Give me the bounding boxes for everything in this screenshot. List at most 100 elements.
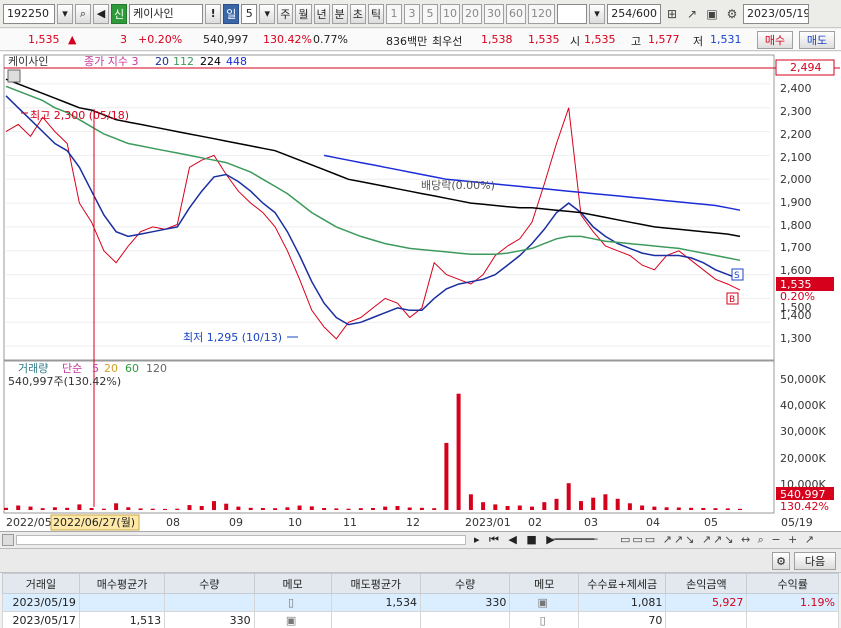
column-header[interactable]: 매도평균가 (330, 573, 421, 594)
interval-30-button[interactable]: 30 (484, 3, 504, 24)
volume-bar (199, 506, 204, 510)
buy-button[interactable]: 매수 (757, 31, 793, 49)
interval-3-button[interactable]: 3 (404, 3, 420, 24)
period-dropdown-button[interactable]: ▾ (259, 3, 276, 24)
cell-rate (746, 611, 839, 628)
table-row[interactable]: 2023/05/19 ▯ 1,534 330 ▣ 1,081 5,927 1.1… (2, 593, 839, 612)
high-price: 1,577 (648, 33, 680, 46)
column-header[interactable]: 수익률 (746, 573, 839, 594)
interval-20-button[interactable]: 20 (462, 3, 482, 24)
playback-controls[interactable]: ▸ ⏮ ◀ ■ ▶ (474, 533, 558, 547)
volume-bar (89, 508, 94, 510)
low-label: 저 (693, 35, 704, 48)
volume-bar (138, 508, 143, 510)
period-year-button[interactable]: 년 (313, 3, 330, 24)
best-bid-price: 1,535 (528, 33, 560, 46)
period-week-button[interactable]: 주 (277, 3, 294, 24)
search-button[interactable]: ⌕ (75, 3, 91, 24)
interval-dropdown-button[interactable]: ▾ (589, 3, 605, 24)
zoom-slider[interactable]: ╶━━━━━━╴ (548, 533, 601, 546)
warning-button[interactable]: ! (205, 3, 222, 24)
cell-buy-qty: 330 (164, 611, 255, 628)
volume-bar (236, 506, 241, 510)
price-axis-label: 1,900 (780, 196, 812, 209)
table-row[interactable]: 2023/05/17 1,513 330 ▣ ▯ 70 (2, 611, 839, 628)
column-header[interactable]: 수량 (419, 573, 511, 594)
period-second-button[interactable]: 초 (349, 3, 366, 24)
stock-chart[interactable]: 케이사인 종가 지수 3 20 112 224 448 최고 2,300 (05… (0, 52, 841, 532)
cell-rate: 1.19% (746, 593, 839, 612)
volume-bar (615, 498, 620, 510)
cell-buy-qty (164, 593, 255, 612)
chart-tools[interactable]: ▭▭▭ ↗↗↘ ↗↗↘ ↔ ⌕ − + ↗ (620, 533, 816, 547)
price-legend-label: 종가 지수 3 (84, 55, 138, 68)
volume-bar (579, 501, 583, 510)
volume-bar (28, 506, 33, 510)
memo-edit-icon[interactable]: ▣ (509, 593, 580, 612)
column-header[interactable]: 수량 (164, 573, 255, 594)
trade-amount: 836백만 (386, 35, 428, 48)
volume-bar (358, 508, 363, 510)
next-page-button[interactable]: 다음 (794, 552, 836, 570)
chevron-down-icon: ▾ (264, 7, 271, 20)
volume-bar (664, 507, 669, 510)
memo-edit-icon[interactable]: ▣ (253, 611, 332, 628)
interval-5-button[interactable]: 5 (422, 3, 438, 24)
trend-icon[interactable]: ↗ (683, 4, 701, 24)
memo-icon[interactable]: ▯ (509, 611, 580, 628)
column-header[interactable]: 손익금액 (665, 573, 748, 594)
interval-60-button[interactable]: 60 (506, 3, 526, 24)
table-header-row: 거래일 매수평균가 수량 메모 매도평균가 수량 메모 수수료+제세금 손익금액… (2, 573, 839, 594)
period-minute-button[interactable]: 분 (331, 3, 348, 24)
period-day-button[interactable]: 일 (223, 3, 240, 24)
column-header[interactable]: 수수료+제세금 (578, 573, 667, 594)
chart-title: 케이사인 (8, 55, 48, 68)
volume-bar (456, 393, 461, 510)
column-header[interactable]: 매수평균가 (78, 573, 166, 594)
compare-icon[interactable]: ⊞ (663, 4, 681, 24)
grid-settings-button[interactable]: ⚙ (772, 552, 790, 570)
chart-panel[interactable]: 케이사인 종가 지수 3 20 112 224 448 최고 2,300 (05… (0, 52, 841, 532)
sell-button[interactable]: 매도 (799, 31, 835, 49)
interval-10-button[interactable]: 10 (440, 3, 460, 24)
memo-icon[interactable]: ▯ (253, 593, 332, 612)
stock-name-field[interactable]: 케이사인 (129, 3, 204, 24)
page-counter-field[interactable]: 254/600 (607, 3, 661, 24)
volume-bar (517, 505, 522, 510)
chart-scroll-row: ▸ ⏮ ◀ ■ ▶ ╶━━━━━━╴ ▭▭▭ ↗↗↘ ↗↗↘ ↔ ⌕ − + ↗ (0, 532, 841, 549)
grid-icon[interactable] (7, 69, 21, 83)
date-axis-label: 08 (166, 516, 180, 529)
interval-1-button[interactable]: 1 (386, 3, 402, 24)
cell-buy-avg: 1,513 (78, 611, 166, 628)
code-dropdown-button[interactable]: ▾ (57, 3, 73, 24)
period-month-button[interactable]: 월 (295, 3, 312, 24)
period-count-input[interactable]: 5 (241, 3, 258, 24)
date-axis-label: 12 (406, 516, 420, 529)
low-price: 1,531 (710, 33, 742, 46)
volume-bar (566, 483, 571, 510)
volume-bar (689, 507, 694, 510)
custom-interval-input[interactable] (557, 3, 587, 24)
column-header[interactable]: 메모 (253, 573, 332, 594)
price-axis-label: 2,200 (780, 128, 812, 141)
credit-badge: 신 (111, 3, 128, 24)
open-price: 1,535 (584, 33, 616, 46)
settings-icon[interactable]: ⚙ (723, 4, 741, 24)
interval-120-button[interactable]: 120 (528, 3, 555, 24)
scroll-left-button[interactable] (2, 534, 14, 546)
cell-fee: 70 (578, 611, 667, 628)
cell-date: 2023/05/19 (2, 593, 80, 612)
date-field[interactable]: 2023/05/19 (743, 3, 809, 24)
sound-button[interactable]: ◀ (93, 3, 109, 24)
save-icon[interactable]: ▣ (703, 4, 721, 24)
stock-code-input[interactable]: 192250 (3, 3, 55, 24)
column-header[interactable]: 거래일 (2, 573, 80, 594)
volume-bar (175, 508, 180, 510)
volume-ma-60: 60 (125, 362, 139, 375)
search-icon: ⌕ (79, 6, 87, 20)
price-axis-label: 1,700 (780, 241, 812, 254)
volume-ma-20: 20 (104, 362, 118, 375)
period-tick-button[interactable]: 틱 (367, 3, 384, 24)
chart-scrollbar[interactable] (16, 535, 466, 545)
column-header[interactable]: 메모 (509, 573, 580, 594)
